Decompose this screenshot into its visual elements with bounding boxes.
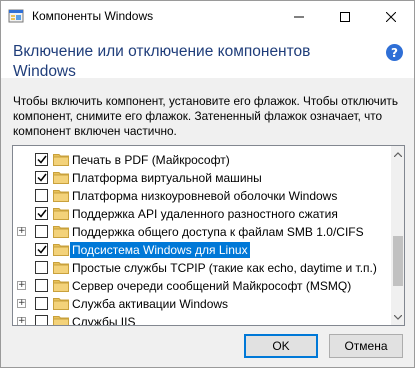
folder-icon [53,244,69,256]
title-bar: Компоненты Windows [1,1,414,32]
feature-label: Простые службы TCPIP (такие как echo, da… [72,261,377,275]
checkmark-icon [36,245,47,254]
feature-label: Платформа виртуальной машины [72,171,262,185]
feature-checkbox[interactable] [35,279,48,292]
folder-icon [53,298,69,310]
feature-row[interactable]: + Сервер очереди сообщений Майкрософт (MS… [13,277,391,295]
folder-icon [53,172,69,184]
folder-icon [53,280,69,292]
dialog-window: Компоненты Windows Включение или отключе… [0,0,415,368]
feature-checkbox[interactable] [35,225,48,238]
chevron-down-icon [394,314,402,320]
feature-checkbox[interactable] [35,189,48,202]
ok-button[interactable]: OK [244,334,318,358]
feature-row[interactable]: Платформа виртуальной машины [13,169,391,187]
feature-label: Платформа низкоуровневой оболочки Window… [72,189,338,203]
feature-row[interactable]: Поддержка API удаленного разностного сжа… [13,205,391,223]
folder-icon [53,190,69,202]
expand-icon[interactable]: + [17,317,26,325]
feature-label: Службы IIS [72,315,136,326]
feature-row[interactable]: + Поддержка общего доступа к файлам SMB 1… [13,223,391,241]
feature-label: Поддержка API удаленного разностного сжа… [72,207,338,221]
expand-icon[interactable]: + [17,281,26,290]
close-button[interactable] [368,1,414,32]
close-icon [386,11,396,22]
feature-checkbox[interactable] [35,171,48,184]
feature-checkbox[interactable] [35,153,48,166]
expand-icon[interactable]: + [17,299,26,308]
folder-icon [53,316,69,325]
feature-checkbox[interactable] [35,243,48,256]
scroll-thumb[interactable] [393,236,403,286]
scroll-down-button[interactable] [391,309,404,325]
folder-icon [53,208,69,220]
description-text: Чтобы включить компонент, установите его… [13,94,398,138]
folder-icon [53,154,69,166]
feature-row[interactable]: + Службы IIS [13,313,391,326]
checkmark-icon [36,209,47,218]
cancel-button[interactable]: Отмена [329,334,403,358]
page-heading: Включение или отключение компонентов Win… [13,43,311,80]
feature-row[interactable]: Простые службы TCPIP (такие как echo, da… [13,259,391,277]
feature-row[interactable]: Подсистема Windows для Linux [13,241,391,259]
feature-label: Печать в PDF (Майкрософт) [72,153,230,167]
chevron-up-icon [394,151,402,157]
feature-row[interactable]: + Служба активации Windows [13,295,391,313]
feature-checkbox[interactable] [35,297,48,310]
feature-label: Подсистема Windows для Linux [70,242,250,258]
minimize-icon [294,16,304,17]
feature-checkbox[interactable] [35,315,48,325]
feature-checkbox[interactable] [35,261,48,274]
minimize-button[interactable] [276,1,322,32]
scroll-up-button[interactable] [391,146,404,162]
feature-row[interactable]: Печать в PDF (Майкрософт) [13,151,391,169]
help-icon[interactable]: ? [386,44,403,61]
maximize-button[interactable] [322,1,368,32]
windows-features-icon [8,9,24,23]
feature-checkbox[interactable] [35,207,48,220]
features-tree[interactable]: Печать в PDF (Майкрософт) Платформа вирту… [12,145,405,326]
header-area: Включение или отключение компонентов Win… [1,32,414,80]
folder-icon [53,262,69,274]
checkmark-icon [36,155,47,164]
folder-icon [53,226,69,238]
feature-label: Сервер очереди сообщений Майкрософт (MSM… [72,279,352,293]
checkmark-icon [36,173,47,182]
feature-label: Служба активации Windows [72,297,229,311]
window-title: Компоненты Windows [32,9,154,23]
feature-label: Поддержка общего доступа к файлам SMB 1.… [72,225,364,239]
feature-row[interactable]: Платформа низкоуровневой оболочки Window… [13,187,391,205]
expand-icon[interactable]: + [17,227,26,236]
vertical-scrollbar[interactable] [391,146,404,325]
maximize-icon [340,11,350,22]
